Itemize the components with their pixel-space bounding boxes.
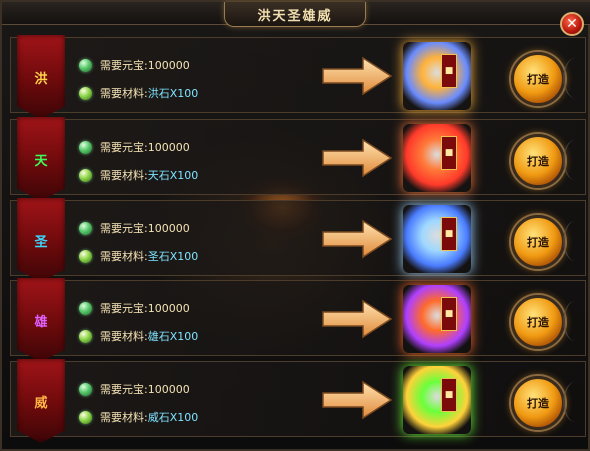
tab-label: 雄 (34, 314, 48, 330)
forge-button[interactable]: 打造 (511, 295, 565, 349)
yuanbao-label: 需要元宝: (100, 383, 148, 396)
dragon-ornament-icon (563, 301, 587, 341)
material-label: 需要材料: (100, 330, 148, 343)
forge-row: 雄 需要元宝: 100000 需要材料: 雄石X100 ■ 打造 (10, 278, 587, 362)
tab-label: 天 (34, 153, 48, 169)
arrow-right-icon (322, 56, 393, 96)
material-requirement: 需要材料: 圣石X100 (79, 247, 198, 265)
yuanbao-requirement: 需要元宝: 100000 (79, 299, 190, 317)
material-value: 洪石X100 (147, 87, 199, 100)
material-gem-icon (79, 168, 92, 182)
material-value: 威石X100 (147, 411, 199, 424)
yuanbao-value: 100000 (147, 58, 190, 72)
yuanbao-label: 需要元宝: (100, 222, 148, 235)
forge-button[interactable]: 打造 (511, 376, 565, 430)
yuanbao-value: 100000 (147, 301, 190, 315)
forge-row: 威 需要元宝: 100000 需要材料: 威石X100 ■ 打造 (10, 359, 587, 443)
forge-row: 天 需要元宝: 100000 需要材料: 天石X100 ■ 打造 (10, 117, 587, 201)
dragon-ornament-icon (563, 140, 587, 180)
forge-button-label: 打造 (527, 155, 549, 168)
material-gem-icon (79, 329, 92, 343)
equipment-item-icon[interactable]: ■ (403, 366, 471, 434)
arrow-right-icon (322, 299, 393, 339)
material-requirement: 需要材料: 威石X100 (79, 408, 198, 426)
forge-row: 洪 需要元宝: 100000 需要材料: 洪石X100 ■ 打造 (10, 35, 587, 119)
yuanbao-gem-icon (79, 382, 92, 396)
yuanbao-value: 100000 (147, 140, 190, 154)
material-value: 圣石X100 (147, 250, 199, 263)
category-tab[interactable]: 洪 (17, 35, 65, 119)
tab-label: 洪 (34, 71, 48, 87)
dragon-ornament-icon (563, 58, 587, 98)
tab-label: 圣 (34, 234, 48, 250)
yuanbao-value: 100000 (147, 221, 190, 235)
yuanbao-requirement: 需要元宝: 100000 (79, 219, 190, 237)
yuanbao-requirement: 需要元宝: 100000 (79, 380, 190, 398)
material-value: 天石X100 (147, 169, 199, 182)
yuanbao-gem-icon (79, 301, 92, 315)
material-gem-icon (79, 410, 92, 424)
material-requirement: 需要材料: 天石X100 (79, 166, 198, 184)
material-requirement: 需要材料: 洪石X100 (79, 84, 198, 102)
category-tab[interactable]: 圣 (17, 198, 65, 282)
item-seal-icon: ■ (441, 297, 457, 331)
yuanbao-value: 100000 (147, 382, 190, 396)
category-tab[interactable]: 雄 (17, 278, 65, 362)
tab-label: 威 (34, 395, 48, 411)
yuanbao-requirement: 需要元宝: 100000 (79, 56, 190, 74)
material-label: 需要材料: (100, 411, 148, 424)
forge-button[interactable]: 打造 (511, 215, 565, 269)
equipment-item-icon[interactable]: ■ (403, 285, 471, 353)
item-seal-icon: ■ (441, 378, 457, 412)
arrow-right-icon (322, 380, 393, 420)
yuanbao-label: 需要元宝: (100, 302, 148, 315)
category-tab[interactable]: 威 (17, 359, 65, 443)
material-value: 雄石X100 (147, 330, 199, 343)
category-tab[interactable]: 天 (17, 117, 65, 201)
close-button[interactable]: ✕ (560, 12, 584, 36)
material-label: 需要材料: (100, 87, 148, 100)
forge-row: 圣 需要元宝: 100000 需要材料: 圣石X100 ■ 打造 (10, 198, 587, 282)
window-title: 洪天圣雄威 (224, 2, 366, 27)
forge-button-label: 打造 (527, 236, 549, 249)
dragon-ornament-icon (563, 221, 587, 261)
equipment-item-icon[interactable]: ■ (403, 205, 471, 273)
forge-panel: 洪天圣雄威 ✕ 洪 需要元宝: 100000 需要材料: 洪石X100 ■ 打造… (0, 0, 590, 451)
material-label: 需要材料: (100, 250, 148, 263)
material-requirement: 需要材料: 雄石X100 (79, 327, 198, 345)
yuanbao-requirement: 需要元宝: 100000 (79, 138, 190, 156)
forge-button-label: 打造 (527, 316, 549, 329)
material-gem-icon (79, 86, 92, 100)
yuanbao-label: 需要元宝: (100, 59, 148, 72)
yuanbao-gem-icon (79, 221, 92, 235)
material-label: 需要材料: (100, 169, 148, 182)
equipment-item-icon[interactable]: ■ (403, 42, 471, 110)
arrow-right-icon (322, 138, 393, 178)
forge-button-label: 打造 (527, 73, 549, 86)
dragon-ornament-icon (563, 382, 587, 422)
arrow-right-icon (322, 219, 393, 259)
yuanbao-gem-icon (79, 58, 92, 72)
material-gem-icon (79, 249, 92, 263)
yuanbao-gem-icon (79, 140, 92, 154)
forge-button[interactable]: 打造 (511, 52, 565, 106)
item-seal-icon: ■ (441, 217, 457, 251)
yuanbao-label: 需要元宝: (100, 141, 148, 154)
forge-button[interactable]: 打造 (511, 134, 565, 188)
item-seal-icon: ■ (441, 54, 457, 88)
forge-button-label: 打造 (527, 397, 549, 410)
item-seal-icon: ■ (441, 136, 457, 170)
equipment-item-icon[interactable]: ■ (403, 124, 471, 192)
